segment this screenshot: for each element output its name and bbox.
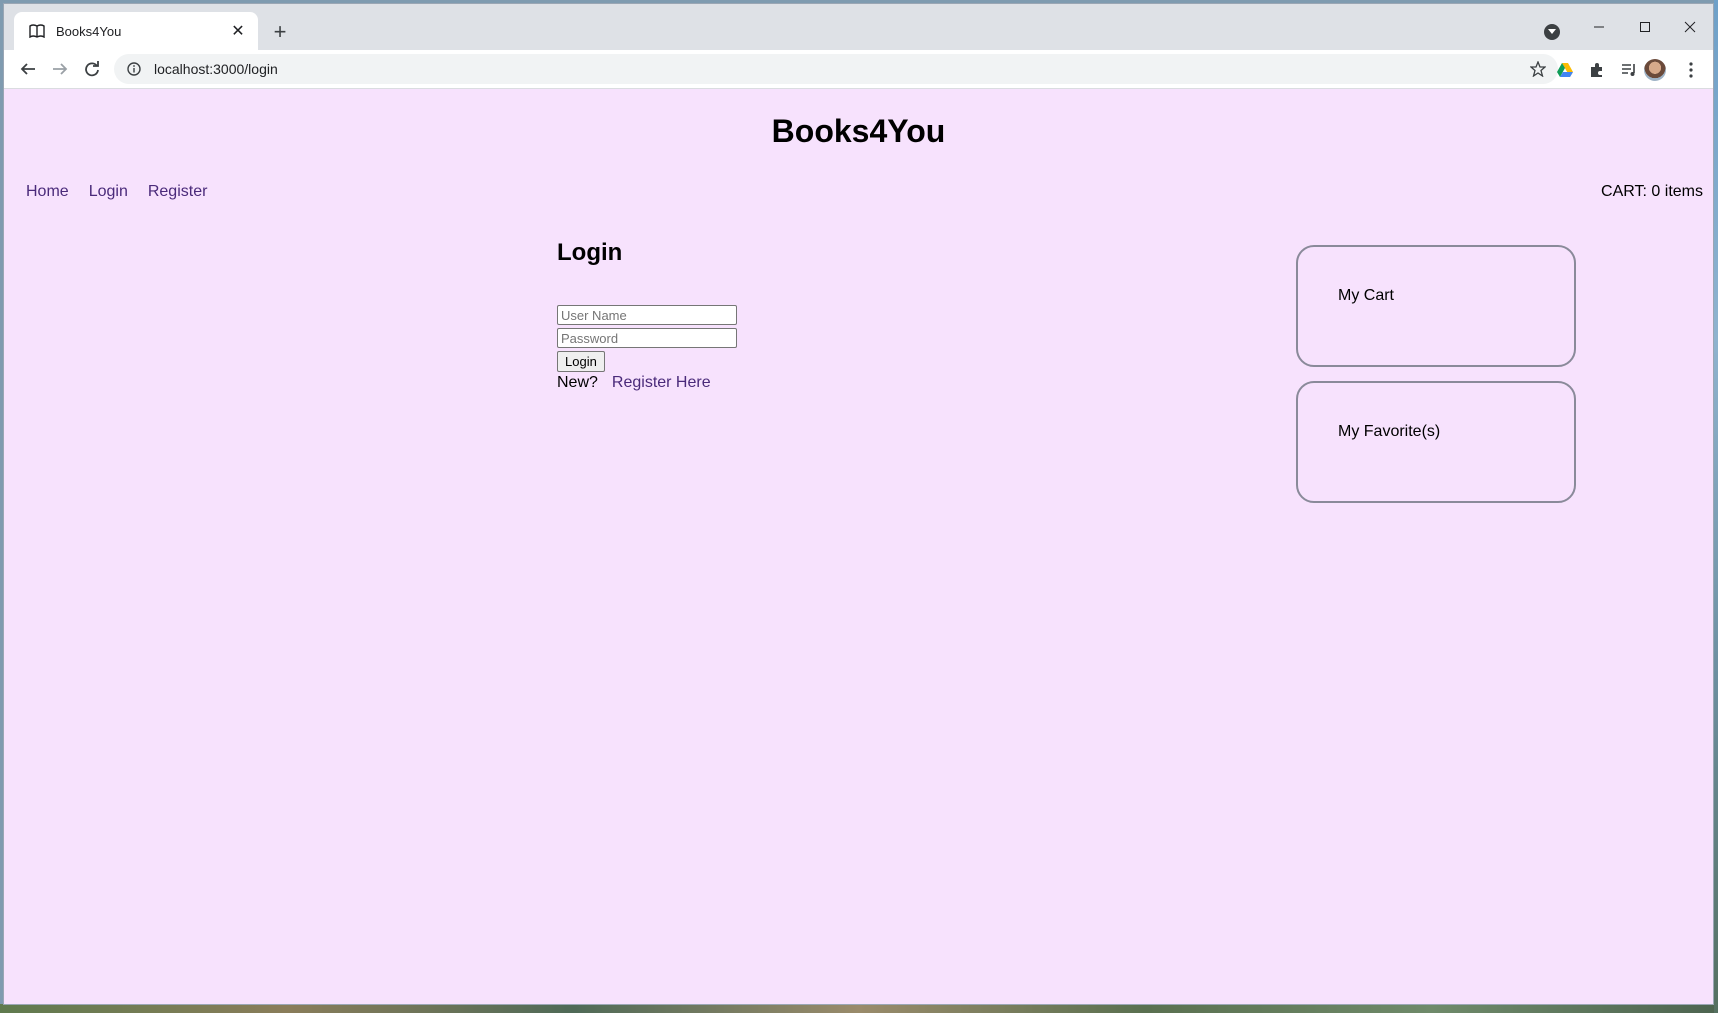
close-icon[interactable]: ✕ — [228, 21, 248, 41]
browser-window: Books4You ✕ + localhost:3000/login Books… — [4, 4, 1713, 1004]
my-cart-panel[interactable]: My Cart — [1296, 245, 1576, 367]
login-heading: Login — [557, 239, 623, 266]
tab-title: Books4You — [56, 23, 122, 39]
my-favorites-panel[interactable]: My Favorite(s) — [1296, 381, 1576, 503]
star-icon[interactable] — [1528, 59, 1548, 79]
reload-icon[interactable] — [80, 57, 104, 81]
tab-search-button[interactable] — [1544, 24, 1560, 40]
new-tab-button[interactable]: + — [268, 19, 292, 44]
minimize-button[interactable] — [1579, 12, 1619, 42]
back-arrow-icon[interactable] — [16, 57, 40, 81]
address-bar[interactable]: localhost:3000/login — [114, 54, 1558, 84]
new-user-label: New? — [557, 374, 598, 391]
nav-login-link[interactable]: Login — [89, 183, 128, 201]
register-here-link[interactable]: Register Here — [612, 374, 711, 392]
desktop-background — [0, 1004, 1718, 1013]
register-prompt: New? Register Here — [557, 374, 737, 392]
puzzle-icon[interactable] — [1586, 59, 1608, 81]
info-icon[interactable] — [126, 61, 142, 77]
login-button[interactable]: Login — [557, 351, 605, 372]
login-form: Login Login New? Register Here — [557, 239, 737, 392]
book-icon — [28, 22, 46, 40]
main-nav: Home Login Register — [26, 183, 207, 201]
my-favorites-label: My Favorite(s) — [1338, 423, 1441, 440]
forward-arrow-icon[interactable] — [48, 57, 72, 81]
url-text[interactable]: localhost:3000/login — [154, 61, 1528, 77]
tab-strip: Books4You ✕ + — [4, 4, 1713, 50]
window-close-button[interactable] — [1670, 12, 1710, 42]
my-cart-label: My Cart — [1338, 287, 1394, 304]
browser-toolbar: localhost:3000/login — [4, 50, 1713, 89]
nav-home-link[interactable]: Home — [26, 183, 69, 201]
media-queue-icon[interactable] — [1618, 59, 1640, 81]
site-title: Books4You — [771, 113, 946, 149]
profile-avatar[interactable] — [1644, 59, 1666, 81]
nav-register-link[interactable]: Register — [148, 183, 208, 201]
desktop-background-edge — [1714, 0, 1718, 1013]
username-input[interactable] — [557, 305, 737, 325]
browser-tab[interactable]: Books4You ✕ — [14, 12, 258, 50]
drive-icon[interactable] — [1554, 59, 1576, 81]
cart-count: CART: 0 items — [1601, 183, 1703, 200]
page-content: Books4You Home Login Register CART: 0 it… — [4, 89, 1713, 1004]
password-input[interactable] — [557, 328, 737, 348]
kebab-menu-icon[interactable] — [1680, 59, 1702, 81]
maximize-button[interactable] — [1625, 12, 1665, 42]
